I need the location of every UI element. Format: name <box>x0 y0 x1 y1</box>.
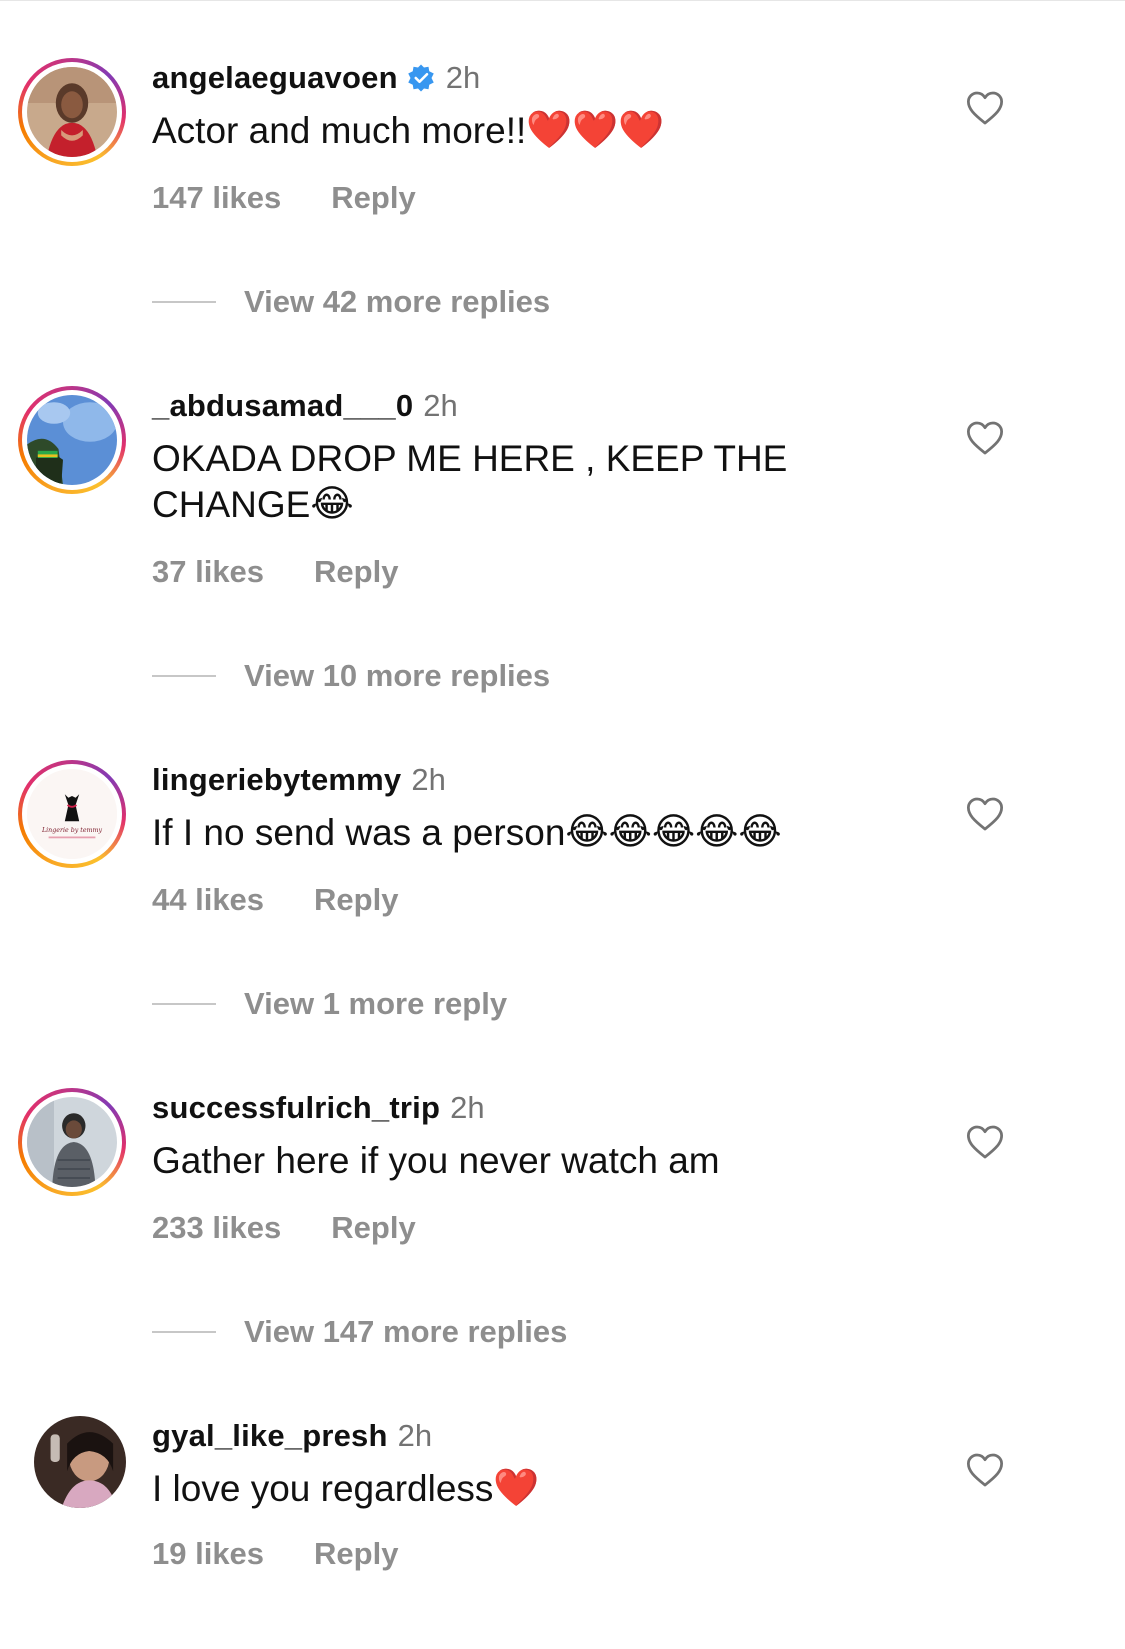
replies-divider-line <box>152 675 216 677</box>
view-replies-label: View 1 more reply <box>244 986 508 1021</box>
laughing-emoji: 😂 <box>310 483 354 525</box>
avatar-photo <box>34 1416 126 1508</box>
avatar[interactable] <box>18 386 126 494</box>
comment-text-body: Actor and much more!! <box>152 110 527 151</box>
comment-text-body: If I no send was a person <box>152 812 566 853</box>
reply-button[interactable]: Reply <box>314 1536 398 1572</box>
username[interactable]: angelaeguavoen <box>152 60 398 96</box>
comment-text-body: I love you regardless <box>152 1468 494 1509</box>
username[interactable]: lingeriebytemmy <box>152 762 401 798</box>
comments-screen: angelaeguavoen 2h Actor and much more!!❤… <box>0 0 1125 1649</box>
view-replies-label: View 42 more replies <box>244 284 551 319</box>
heart-outline-icon[interactable] <box>966 1452 1004 1488</box>
likes-count[interactable]: 147 likes <box>152 180 281 216</box>
likes-count[interactable]: 37 likes <box>152 554 264 590</box>
avatar-photo <box>27 395 117 485</box>
heart-emoji: ❤️ <box>526 109 573 151</box>
reply-button[interactable]: Reply <box>314 882 398 918</box>
comment-text: OKADA DROP ME HERE , KEEP THE CHANGE😂 <box>152 436 787 528</box>
likes-count[interactable]: 233 likes <box>152 1210 281 1246</box>
laughing-emoji: 😂 <box>608 811 652 853</box>
username[interactable]: _abdusamad___0 <box>152 388 413 424</box>
timestamp: 2h <box>411 762 446 797</box>
timestamp: 2h <box>445 60 481 95</box>
timestamp: 2h <box>397 1418 433 1453</box>
comment-text: If I no send was a person😂😂😂😂😂 <box>152 810 782 856</box>
heart-emoji: ❤️ <box>493 1467 540 1509</box>
heart-emoji: ❤️ <box>618 109 665 151</box>
replies-divider-line <box>152 1331 216 1333</box>
reply-button[interactable]: Reply <box>314 554 398 590</box>
view-replies-label: View 10 more replies <box>244 658 551 693</box>
laughing-emoji: 😂 <box>651 811 696 853</box>
avatar[interactable] <box>18 58 126 166</box>
view-replies-button[interactable]: View 1 more reply <box>152 984 507 1024</box>
heart-outline-icon[interactable] <box>966 1124 1004 1160</box>
laughing-emoji: 😂 <box>565 811 609 853</box>
replies-divider-line <box>152 1003 216 1005</box>
username[interactable]: gyal_like_presh <box>152 1418 388 1454</box>
timestamp: 2h <box>450 1090 485 1125</box>
likes-count[interactable]: 19 likes <box>152 1536 264 1572</box>
avatar[interactable] <box>34 1416 126 1508</box>
laughing-emoji: 😂 <box>695 811 739 853</box>
laughing-emoji: 😂 <box>738 811 782 853</box>
avatar-logo: Lingerie by temmy <box>27 769 117 859</box>
view-replies-button[interactable]: View 42 more replies <box>152 282 550 322</box>
view-replies-label: View 147 more replies <box>244 1314 568 1349</box>
verified-badge-icon <box>407 64 434 92</box>
heart-emoji: ❤️ <box>572 109 619 151</box>
top-divider <box>0 0 1125 1</box>
reply-button[interactable]: Reply <box>331 1210 415 1246</box>
comment-text: I love you regardless❤️ <box>152 1466 539 1512</box>
avatar-photo <box>27 1097 117 1187</box>
heart-outline-icon[interactable] <box>966 420 1004 456</box>
likes-count[interactable]: 44 likes <box>152 882 264 918</box>
heart-outline-icon[interactable] <box>966 796 1004 832</box>
svg-text:Lingerie by temmy: Lingerie by temmy <box>41 827 103 834</box>
comment-text: Gather here if you never watch am <box>152 1140 720 1181</box>
replies-divider-line <box>152 301 216 303</box>
comment-text: Actor and much more!!❤️❤️❤️ <box>152 108 665 154</box>
avatar[interactable]: Lingerie by temmy <box>18 760 126 868</box>
avatar[interactable] <box>18 1088 126 1196</box>
view-replies-button[interactable]: View 147 more replies <box>152 1312 567 1352</box>
timestamp: 2h <box>423 388 458 423</box>
comment-text-line: OKADA DROP ME HERE , KEEP THE <box>152 438 788 479</box>
username[interactable]: successfulrich_trip <box>152 1090 440 1126</box>
heart-outline-icon[interactable] <box>966 90 1004 126</box>
comment-text-line: CHANGE <box>152 484 311 525</box>
reply-button[interactable]: Reply <box>331 180 415 216</box>
avatar-photo <box>27 67 117 157</box>
view-replies-button[interactable]: View 10 more replies <box>152 656 550 696</box>
